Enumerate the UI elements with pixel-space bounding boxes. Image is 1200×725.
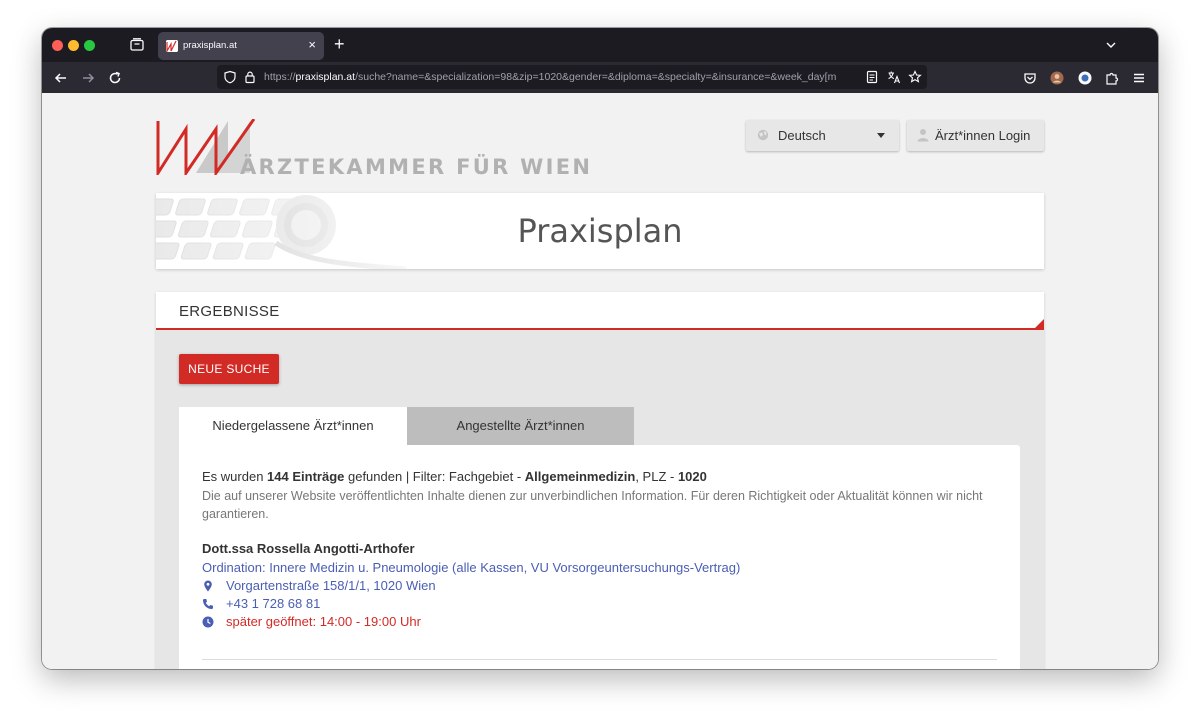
minimize-window-button[interactable] bbox=[68, 40, 79, 51]
browser-window: praxisplan.at × + https://praxisplan.at/… bbox=[42, 28, 1158, 669]
clock-icon bbox=[202, 616, 214, 628]
phone-icon bbox=[203, 599, 213, 609]
doctor-name: Dott.ssa Rossella Angotti-Arthofer bbox=[202, 541, 415, 556]
new-search-button[interactable]: NEUE SUCHE bbox=[179, 354, 279, 384]
corner-mark bbox=[1035, 319, 1044, 328]
address-text: Vorgartenstraße 158/1/1, 1020 Wien bbox=[226, 578, 436, 593]
extensions-puzzle-icon[interactable] bbox=[1104, 70, 1120, 86]
results-summary: Es wurden 144 Einträge gefunden | Filter… bbox=[202, 469, 707, 484]
bookmark-star-icon[interactable] bbox=[908, 70, 922, 84]
browser-tab-active[interactable]: praxisplan.at × bbox=[158, 32, 324, 60]
login-label: Ärzt*innen Login bbox=[935, 128, 1031, 143]
list-all-tabs-icon[interactable] bbox=[1104, 38, 1118, 52]
ordination-link[interactable]: Ordination: Innere Medizin u. Pneumologi… bbox=[202, 560, 740, 575]
hamburger-menu-icon[interactable] bbox=[1131, 70, 1147, 86]
url-host: praxisplan.at bbox=[295, 71, 356, 83]
results-panel: ERGEBNISSE NEUE SUCHE Niedergelassene Är… bbox=[156, 292, 1044, 669]
results-header: ERGEBNISSE bbox=[156, 292, 1044, 330]
reload-icon[interactable] bbox=[107, 70, 123, 86]
entry-divider bbox=[202, 659, 997, 660]
translate-icon[interactable] bbox=[887, 70, 901, 84]
back-arrow-icon[interactable] bbox=[53, 70, 69, 86]
map-pin-icon bbox=[204, 580, 212, 592]
caret-down-icon bbox=[877, 133, 885, 138]
account-avatar-icon[interactable] bbox=[1049, 70, 1065, 86]
browser-nav-bar: https://praxisplan.at/suche?name=&specia… bbox=[42, 62, 1158, 93]
results-count: 144 Einträge bbox=[267, 469, 345, 484]
disclaimer-text: Die auf unserer Website veröffentlichten… bbox=[202, 489, 983, 521]
browser-tab-bar: praxisplan.at × + bbox=[42, 28, 1158, 62]
maximize-window-button[interactable] bbox=[84, 40, 95, 51]
summary-plz-label: , PLZ - bbox=[635, 469, 678, 484]
summary-prefix: Es wurden bbox=[202, 469, 268, 484]
tab-niedergelassene[interactable]: Niedergelassene Ärzt*innen bbox=[179, 407, 407, 445]
pocket-icon[interactable] bbox=[1022, 70, 1038, 86]
doctor-login-button[interactable]: Ärzt*innen Login bbox=[907, 120, 1044, 151]
results-title: ERGEBNISSE bbox=[179, 303, 280, 320]
tab-close-icon[interactable]: × bbox=[308, 37, 316, 53]
results-list: Es wurden 144 Einträge gefunden | Filter… bbox=[179, 445, 1020, 669]
globe-icon bbox=[757, 129, 769, 141]
lock-icon[interactable] bbox=[243, 70, 257, 84]
address-bar[interactable]: https://praxisplan.at/suche?name=&specia… bbox=[217, 65, 927, 89]
page-title: Praxisplan bbox=[517, 212, 683, 250]
site-favicon-icon bbox=[166, 40, 178, 52]
new-tab-button[interactable]: + bbox=[334, 33, 345, 55]
filter-specialty: Allgemeinmedizin bbox=[524, 469, 636, 484]
tab-title: praxisplan.at bbox=[183, 40, 237, 51]
logo-text: ÄRZTEKAMMER FÜR WIEN bbox=[240, 155, 593, 179]
language-label: Deutsch bbox=[778, 128, 826, 143]
forward-arrow-icon[interactable] bbox=[80, 70, 96, 86]
user-icon bbox=[917, 129, 929, 142]
tab-overview-icon[interactable] bbox=[130, 38, 144, 51]
close-window-button[interactable] bbox=[52, 40, 63, 51]
opening-hours-text: später geöffnet: 14:00 - 19:00 Uhr bbox=[226, 614, 421, 629]
phone-text: +43 1 728 68 81 bbox=[226, 596, 321, 611]
tracking-protection-shield-icon[interactable] bbox=[223, 70, 237, 84]
tab-angestellte[interactable]: Angestellte Ärzt*innen bbox=[407, 407, 634, 445]
reader-view-icon[interactable] bbox=[865, 70, 879, 84]
language-select[interactable]: Deutsch bbox=[746, 120, 899, 151]
web-page: ÄRZTEKAMMER FÜR WIEN Deutsch Ärzt*innen … bbox=[42, 93, 1158, 669]
url-path: /suche?name=&specialization=98&zip=1020&… bbox=[355, 71, 837, 83]
url-text[interactable]: https://praxisplan.at/suche?name=&specia… bbox=[264, 71, 864, 83]
summary-middle: gefunden | Filter: Fachgebiet - bbox=[344, 469, 525, 484]
filter-plz: 1020 bbox=[677, 469, 707, 484]
praxisplan-banner: Praxisplan bbox=[156, 193, 1044, 269]
url-scheme: https:// bbox=[264, 71, 296, 83]
extension-icon[interactable] bbox=[1077, 70, 1093, 86]
